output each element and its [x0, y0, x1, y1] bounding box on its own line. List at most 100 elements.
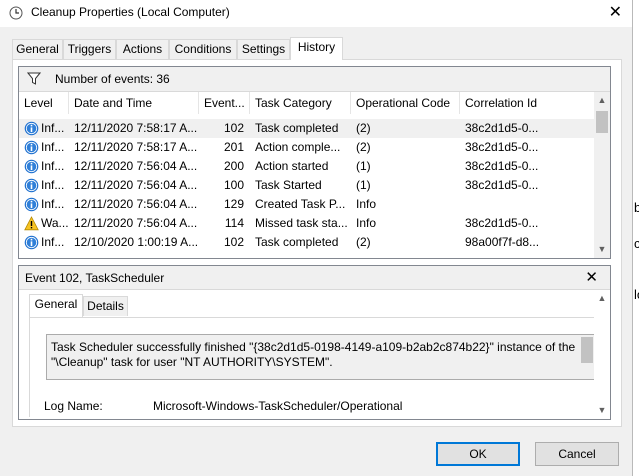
background-text-fragment: b [634, 200, 639, 215]
event-id-cell: 129 [223, 197, 244, 211]
scroll-up-arrow-icon[interactable]: ▲ [594, 290, 610, 307]
category-cell: Action started [255, 159, 329, 173]
scrollbar-thumb[interactable] [596, 111, 608, 133]
event-description[interactable]: Task Scheduler successfully finished "{3… [46, 334, 596, 380]
datetime-cell: 12/11/2020 7:58:17 A... [74, 121, 198, 135]
category-cell: Action comple... [255, 140, 341, 154]
datetime-cell: 12/11/2020 7:56:04 A... [74, 178, 198, 192]
title-bar: Cleanup Properties (Local Computer) ✕ [0, 0, 632, 27]
level-text: Inf... [41, 159, 65, 173]
tab-general[interactable]: General [12, 39, 63, 59]
event-id-cell: 114 [224, 216, 244, 230]
event-id-cell: 200 [223, 159, 244, 173]
info-icon [24, 159, 39, 174]
event-id-cell: 100 [223, 178, 244, 192]
level-text: Inf... [41, 235, 65, 249]
properties-dialog: Cleanup Properties (Local Computer) ✕ Ge… [0, 0, 633, 476]
opcode-cell: (2) [356, 235, 371, 249]
scrollbar-thumb[interactable] [581, 337, 593, 363]
cancel-button[interactable]: Cancel [535, 442, 619, 466]
tab-history[interactable]: History [290, 37, 343, 60]
column-header-level[interactable]: Level [19, 92, 69, 114]
tab-conditions[interactable]: Conditions [169, 39, 237, 59]
info-icon [24, 235, 39, 250]
details-general-page: Task Scheduler successfully finished "{3… [29, 317, 602, 417]
category-cell: Task completed [255, 121, 339, 135]
event-list-scrollbar[interactable]: ▲ ▼ [594, 92, 610, 258]
correlation-cell [465, 195, 593, 214]
column-header-correlation-id[interactable]: Correlation Id [460, 92, 594, 114]
correlation-cell: 38c2d1d5-0... [465, 159, 539, 173]
datetime-cell: 12/11/2020 7:58:17 A... [74, 140, 198, 154]
window-title: Cleanup Properties (Local Computer) [31, 5, 230, 19]
column-header-event-id[interactable]: Event... [199, 92, 250, 114]
table-row[interactable]: Inf... 12/10/2020 1:00:19 A... 102 Task … [19, 233, 594, 252]
category-cell: Task Started [255, 178, 322, 192]
level-text: Inf... [41, 121, 65, 135]
category-cell: Task completed [255, 235, 339, 249]
tab-settings[interactable]: Settings [237, 39, 290, 59]
ok-button[interactable]: OK [436, 442, 520, 466]
column-header-task-category[interactable]: Task Category [250, 92, 351, 114]
table-row[interactable]: Inf... 12/11/2020 7:58:17 A... 102 Task … [19, 119, 594, 138]
event-description-text: Task Scheduler successfully finished "{3… [51, 340, 576, 369]
correlation-cell: 38c2d1d5-0... [465, 140, 539, 154]
tab-details-general[interactable]: General [29, 294, 83, 317]
details-close-icon[interactable]: ✕ [585, 268, 598, 286]
table-row[interactable]: Inf... 12/11/2020 7:56:04 A... 100 Task … [19, 176, 594, 195]
scroll-down-arrow-icon[interactable]: ▼ [594, 241, 610, 258]
datetime-cell: 12/11/2020 7:56:04 A... [74, 216, 198, 230]
info-icon [24, 140, 39, 155]
description-scrollbar[interactable] [579, 335, 595, 379]
table-row[interactable]: Inf... 12/11/2020 7:58:17 A... 201 Actio… [19, 138, 594, 157]
info-icon [24, 197, 39, 212]
table-row[interactable]: Inf... 12/11/2020 7:56:04 A... 129 Creat… [19, 195, 594, 214]
table-row[interactable]: Inf... 12/11/2020 7:56:04 A... 200 Actio… [19, 157, 594, 176]
level-text: Inf... [41, 197, 65, 211]
details-scrollbar[interactable]: ▲ ▼ [594, 290, 610, 419]
opcode-cell: (2) [356, 140, 371, 154]
info-icon [24, 178, 39, 193]
log-name-value: Microsoft-Windows-TaskScheduler/Operatio… [153, 399, 403, 413]
tab-details-details[interactable]: Details [83, 296, 128, 316]
event-count: Number of events: 36 [55, 72, 170, 86]
level-text: Inf... [41, 178, 65, 192]
scroll-up-arrow-icon[interactable]: ▲ [594, 92, 610, 109]
scroll-down-arrow-icon[interactable]: ▼ [594, 402, 610, 419]
filter-icon[interactable] [27, 72, 41, 85]
event-id-cell: 102 [223, 121, 244, 135]
details-title: Event 102, TaskScheduler [25, 271, 165, 285]
column-headers: Level Date and Time Event... Task Catego… [19, 92, 594, 114]
column-header-datetime[interactable]: Date and Time [69, 92, 199, 114]
background-text-fragment: lo [634, 287, 639, 302]
opcode-cell: (1) [356, 159, 371, 173]
datetime-cell: 12/10/2020 1:00:19 A... [74, 235, 198, 249]
tab-triggers[interactable]: Triggers [63, 39, 116, 59]
opcode-cell: (1) [356, 178, 371, 192]
level-text: Inf... [41, 140, 65, 154]
category-cell: Created Task P... [255, 197, 346, 211]
window-close-button[interactable]: ✕ [609, 2, 622, 22]
task-clock-icon [9, 6, 23, 20]
level-text: Wa... [41, 216, 69, 230]
event-id-cell: 102 [223, 235, 244, 249]
table-row[interactable]: Wa... 12/11/2020 7:56:04 A... 114 Missed… [19, 214, 594, 233]
opcode-cell: (2) [356, 121, 371, 135]
event-details-pane: Event 102, TaskScheduler ✕ General Detai… [18, 265, 611, 420]
category-cell: Missed task sta... [255, 216, 348, 230]
opcode-cell: Info [356, 216, 377, 230]
warning-icon [24, 216, 39, 231]
datetime-cell: 12/11/2020 7:56:04 A... [74, 159, 198, 173]
event-id-cell: 201 [223, 140, 244, 154]
correlation-cell: 38c2d1d5-0... [465, 216, 539, 230]
details-header: Event 102, TaskScheduler ✕ [19, 266, 610, 290]
event-list: Number of events: 36 Level Date and Time… [18, 66, 611, 259]
datetime-cell: 12/11/2020 7:56:04 A... [74, 197, 198, 211]
column-header-operational-code[interactable]: Operational Code [351, 92, 460, 114]
log-name-label: Log Name: [44, 399, 103, 413]
filter-bar: Number of events: 36 [19, 67, 610, 92]
tab-actions[interactable]: Actions [116, 39, 169, 59]
correlation-cell: 98a00f7f-d8... [465, 235, 540, 249]
opcode-cell: Info [356, 197, 377, 211]
background-text-fragment: c [634, 236, 639, 251]
